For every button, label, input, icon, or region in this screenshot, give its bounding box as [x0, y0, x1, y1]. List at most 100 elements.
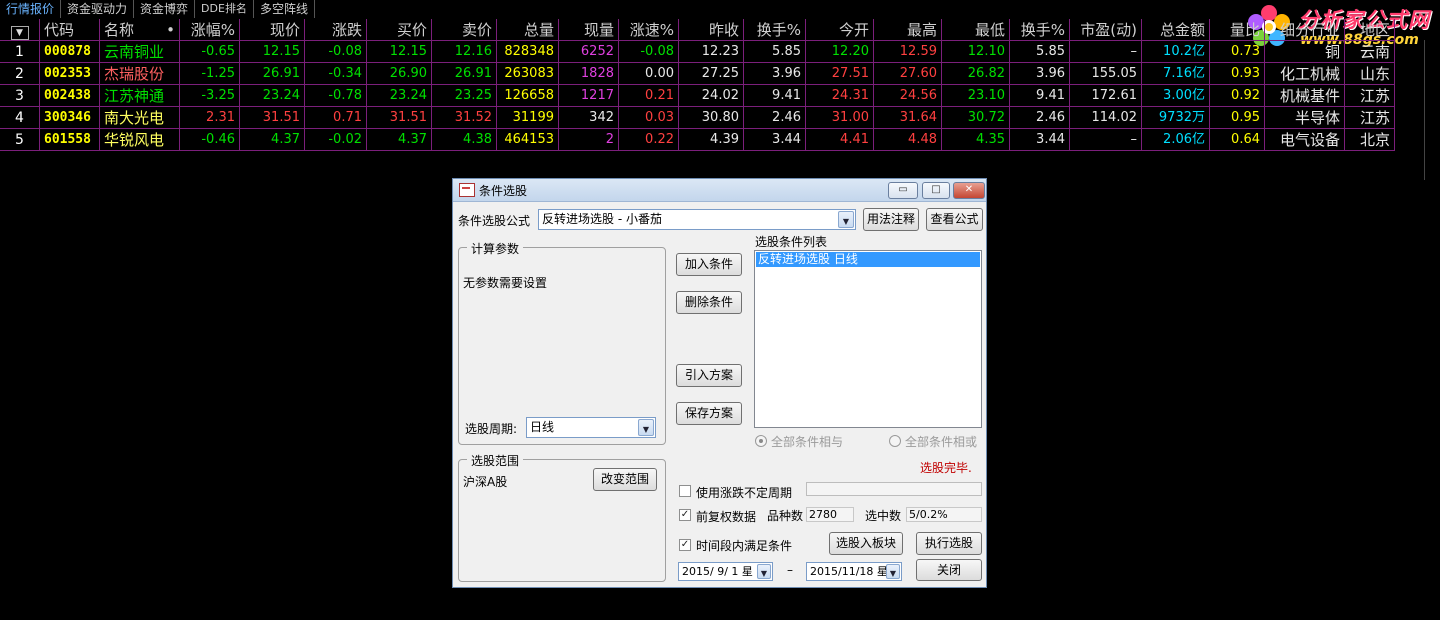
open: 4.41	[806, 129, 874, 151]
end-date-picker[interactable]: 2015/11/18 星 ▼	[806, 562, 902, 581]
range-group: 选股范围 沪深A股 改变范围	[458, 452, 666, 582]
header-price[interactable]: 现价	[240, 19, 305, 41]
chevron-down-icon: ▼	[838, 211, 854, 228]
close-button[interactable]: 关闭	[916, 559, 982, 581]
var-period-label: 使用涨跌不定周期	[696, 486, 793, 500]
open: 24.31	[806, 85, 874, 107]
header-prev-close[interactable]: 昨收	[679, 19, 744, 41]
tab-fund-drive[interactable]: 资金驱动力	[61, 0, 135, 18]
chg: -0.34	[305, 63, 367, 85]
table-row[interactable]: 2 002353 杰瑞股份 -1.25 26.91 -0.34 26.90 26…	[0, 63, 1395, 85]
vol-ratio: 0.64	[1210, 129, 1265, 151]
stock-code: 601558	[40, 129, 100, 151]
turnover2: 5.85	[1010, 41, 1070, 63]
radio-or[interactable]: 全部条件相或	[889, 433, 977, 450]
amount: 10.2亿	[1142, 41, 1210, 63]
dialog-title: 条件选股	[479, 183, 528, 198]
vertical-scrollbar[interactable]	[1424, 40, 1439, 180]
low: 30.72	[942, 107, 1010, 129]
dialog-titlebar[interactable]: 条件选股 ▭ □ ✕	[453, 179, 986, 202]
change-range-button[interactable]: 改变范围	[593, 468, 657, 491]
tab-fund-game[interactable]: 资金博弈	[134, 0, 196, 18]
low: 23.10	[942, 85, 1010, 107]
view-formula-button[interactable]: 查看公式	[926, 208, 983, 231]
add-condition-button[interactable]: 加入条件	[676, 253, 742, 276]
header-industry[interactable]: 细分行业	[1265, 19, 1345, 41]
chg-pct: -1.25	[180, 63, 240, 85]
formula-select[interactable]: 反转进场选股 - 小番茄 ▼	[538, 209, 856, 230]
tab-dde-rank[interactable]: DDE排名	[195, 0, 254, 18]
prev-close: 27.25	[679, 63, 744, 85]
header-bid[interactable]: 买价	[367, 19, 432, 41]
tab-long-short[interactable]: 多空阵线	[254, 0, 315, 18]
region: 江苏	[1345, 85, 1395, 107]
table-row[interactable]: 4 300346 南大光电 2.31 31.51 0.71 31.51 31.5…	[0, 107, 1395, 129]
header-region[interactable]: 地区	[1345, 19, 1395, 41]
header-speed[interactable]: 涨速%	[619, 19, 679, 41]
header-ask[interactable]: 卖价	[432, 19, 497, 41]
stock-code: 002438	[40, 85, 100, 107]
radio-and-label: 全部条件相与	[771, 435, 844, 449]
header-chg-pct[interactable]: 涨幅%	[180, 19, 240, 41]
header-high[interactable]: 最高	[874, 19, 942, 41]
radio-icon	[755, 435, 767, 447]
header-name[interactable]: 名称 •	[100, 19, 180, 41]
header-low[interactable]: 最低	[942, 19, 1010, 41]
start-date-picker[interactable]: 2015/ 9/ 1 星 ▼	[678, 562, 773, 581]
header-amount[interactable]: 总金额	[1142, 19, 1210, 41]
chg-pct: -3.25	[180, 85, 240, 107]
volume: 126658	[497, 85, 559, 107]
stock-code: 300346	[40, 107, 100, 129]
ask: 31.52	[432, 107, 497, 129]
high: 31.64	[874, 107, 942, 129]
header-open[interactable]: 今开	[806, 19, 874, 41]
tab-quotes[interactable]: 行情报价	[0, 0, 62, 18]
cur-vol: 1217	[559, 85, 619, 107]
in-period-checkbox[interactable]: ✓	[679, 539, 691, 551]
column-menu-button[interactable]: ▼	[0, 19, 40, 41]
dropdown-arrow-icon: ▼	[10, 26, 29, 40]
usage-notes-button[interactable]: 用法注释	[863, 208, 919, 231]
count-label: 品种数	[767, 509, 804, 523]
execute-button[interactable]: 执行选股	[916, 532, 982, 555]
header-pe[interactable]: 市盈(动)	[1070, 19, 1142, 41]
header-cur-vol[interactable]: 现量	[559, 19, 619, 41]
save-plan-button[interactable]: 保存方案	[676, 402, 742, 425]
header-chg[interactable]: 涨跌	[305, 19, 367, 41]
pe: 155.05	[1070, 63, 1142, 85]
speed: 0.00	[619, 63, 679, 85]
ask: 23.25	[432, 85, 497, 107]
condition-list[interactable]: 反转进场选股 日线	[754, 250, 982, 428]
header-turnover2[interactable]: 换手%	[1010, 19, 1070, 41]
price: 12.15	[240, 41, 305, 63]
industry: 半导体	[1265, 107, 1345, 129]
table-row[interactable]: 3 002438 江苏神通 -3.25 23.24 -0.78 23.24 23…	[0, 85, 1395, 107]
region: 山东	[1345, 63, 1395, 85]
import-plan-button[interactable]: 引入方案	[676, 364, 742, 387]
period-select[interactable]: 日线 ▼	[526, 417, 656, 438]
var-period-checkbox[interactable]	[679, 485, 691, 497]
end-date-value: 2015/11/18 星	[810, 565, 888, 578]
header-turnover[interactable]: 换手%	[744, 19, 806, 41]
maximize-button[interactable]: □	[922, 182, 950, 199]
formula-value: 反转进场选股 - 小番茄	[542, 212, 662, 226]
volume: 31199	[497, 107, 559, 129]
header-code[interactable]: 代码	[40, 19, 100, 41]
add-to-block-button[interactable]: 选股入板块	[829, 532, 903, 555]
header-vol-ratio[interactable]: 量比	[1210, 19, 1265, 41]
radio-and[interactable]: 全部条件相与	[755, 433, 843, 450]
cur-vol: 342	[559, 107, 619, 129]
table-row[interactable]: 5 601558 华锐风电 -0.46 4.37 -0.02 4.37 4.38…	[0, 129, 1395, 151]
pre-adj-checkbox[interactable]: ✓	[679, 509, 691, 521]
condition-item[interactable]: 反转进场选股 日线	[756, 252, 980, 267]
header-volume[interactable]: 总量	[497, 19, 559, 41]
delete-condition-button[interactable]: 删除条件	[676, 291, 742, 314]
close-window-button[interactable]: ✕	[953, 182, 985, 199]
high: 24.56	[874, 85, 942, 107]
speed: 0.03	[619, 107, 679, 129]
bid: 26.90	[367, 63, 432, 85]
table-row[interactable]: 1 000878 云南铜业 -0.65 12.15 -0.08 12.15 12…	[0, 41, 1395, 63]
minimize-button[interactable]: ▭	[888, 182, 918, 199]
radio-or-label: 全部条件相或	[905, 435, 978, 449]
chg-pct: 2.31	[180, 107, 240, 129]
